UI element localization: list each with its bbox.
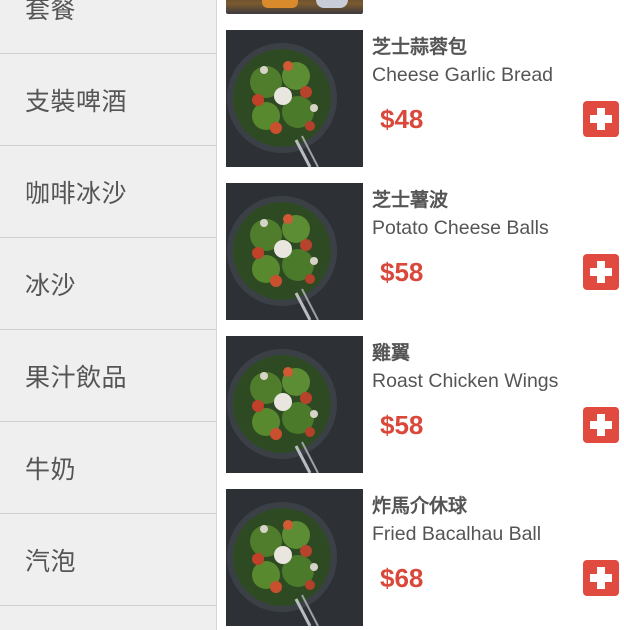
category-item-sparkling[interactable]: 汽泡 <box>0 514 216 606</box>
product-name-zh: 芝士薯波 <box>372 189 449 211</box>
category-item-bottled-beer[interactable]: 支裝啤酒 <box>0 54 216 146</box>
add-to-cart-button[interactable] <box>583 101 619 137</box>
product-price: $58 <box>380 257 424 287</box>
add-to-cart-button[interactable] <box>583 560 619 596</box>
product-price: $68 <box>380 563 424 593</box>
category-item-milk[interactable]: 牛奶 <box>0 422 216 514</box>
category-label: 牛奶 <box>25 454 77 484</box>
product-name-en: Roast Chicken Wings <box>372 370 559 392</box>
category-sidebar: 套餐 支裝啤酒 咖啡冰沙 冰沙 果汁飲品 牛奶 汽泡 <box>0 0 217 630</box>
product-image-partial <box>226 0 363 14</box>
plus-icon <box>583 560 619 596</box>
product-card: 芝士薯波 Potato Cheese Balls $58 <box>217 183 624 323</box>
product-name-zh: 炸馬介休球 <box>372 495 468 517</box>
category-label: 冰沙 <box>25 270 77 300</box>
category-label: 套餐 <box>25 0 77 24</box>
salad-bowl-image[interactable] <box>226 489 363 626</box>
category-item-coffee-frappe[interactable]: 咖啡冰沙 <box>0 146 216 238</box>
product-card: 炸馬介休球 Fried Bacalhau Ball $68 <box>217 489 624 629</box>
product-name-en: Fried Bacalhau Ball <box>372 523 542 545</box>
product-price: $48 <box>380 104 424 134</box>
category-item-juice[interactable]: 果汁飲品 <box>0 330 216 422</box>
category-item-set-meal[interactable]: 套餐 <box>0 0 216 54</box>
product-price: $58 <box>380 410 424 440</box>
product-name-en: Potato Cheese Balls <box>372 217 549 239</box>
product-name-zh: 芝士蒜蓉包 <box>372 36 468 58</box>
category-label: 果汁飲品 <box>25 362 128 392</box>
category-label: 咖啡冰沙 <box>25 178 128 208</box>
product-card: 芝士蒜蓉包 Cheese Garlic Bread $48 <box>217 30 624 170</box>
plus-icon <box>583 254 619 290</box>
menu-app: 套餐 支裝啤酒 咖啡冰沙 冰沙 果汁飲品 牛奶 汽泡 芝士蒜蓉包 Cheese … <box>0 0 624 630</box>
plus-icon <box>583 407 619 443</box>
salad-bowl-image[interactable] <box>226 183 363 320</box>
category-label: 支裝啤酒 <box>25 86 128 116</box>
add-to-cart-button[interactable] <box>583 407 619 443</box>
plus-icon <box>583 101 619 137</box>
product-list: 芝士蒜蓉包 Cheese Garlic Bread $48 芝士薯波 Potat… <box>217 0 624 630</box>
product-name-en: Cheese Garlic Bread <box>372 64 554 86</box>
salad-bowl-image[interactable] <box>226 336 363 473</box>
add-to-cart-button[interactable] <box>583 254 619 290</box>
category-item-smoothie[interactable]: 冰沙 <box>0 238 216 330</box>
product-card: 雞翼 Roast Chicken Wings $58 <box>217 336 624 476</box>
salad-bowl-image[interactable] <box>226 30 363 167</box>
product-name-zh: 雞翼 <box>372 342 411 364</box>
category-label: 汽泡 <box>25 546 77 576</box>
